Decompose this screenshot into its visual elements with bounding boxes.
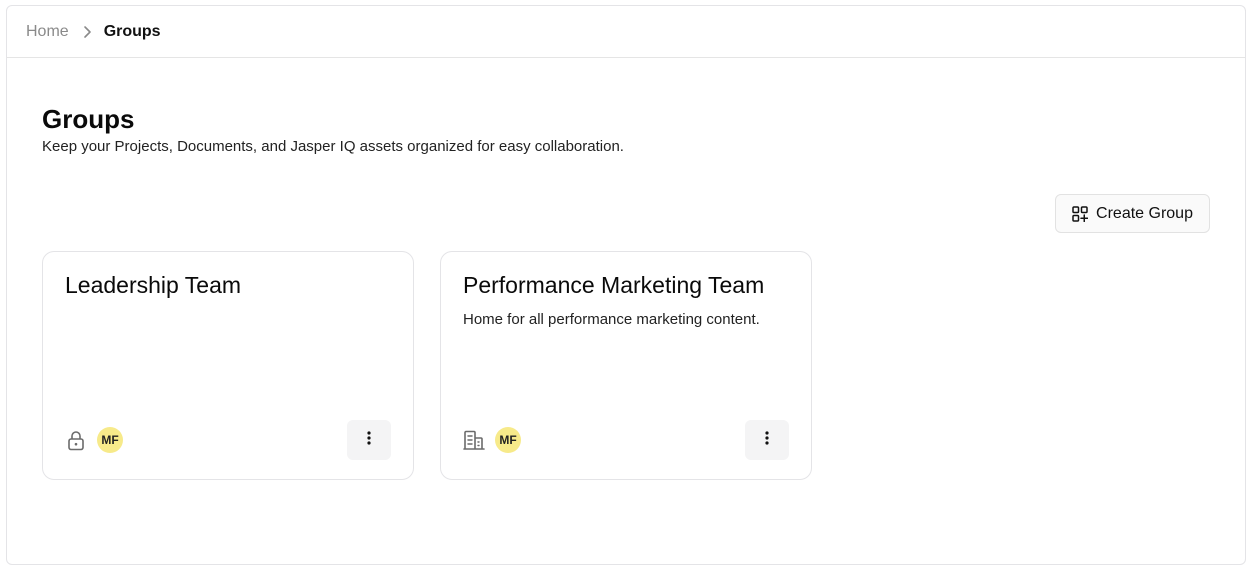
page-subtitle: Keep your Projects, Documents, and Jaspe… — [42, 138, 624, 155]
breadcrumb-current: Groups — [103, 22, 161, 40]
create-group-button[interactable]: Create Group — [1055, 194, 1210, 233]
breadcrumb: Home Groups — [7, 6, 1245, 58]
group-card-performance-marketing-team[interactable]: Performance Marketing Team Home for all … — [440, 251, 812, 480]
group-card-title: Leadership Team — [65, 272, 242, 298]
building-icon — [463, 429, 485, 451]
avatar: MF — [97, 427, 123, 453]
more-vertical-icon — [765, 430, 769, 450]
create-group-label: Create Group — [1096, 204, 1193, 222]
group-card-title: Performance Marketing Team — [463, 272, 765, 298]
app-frame: Home Groups Groups Keep your Projects, D… — [6, 5, 1246, 565]
avatar: MF — [495, 427, 521, 453]
breadcrumb-home-link[interactable]: Home — [26, 23, 69, 41]
more-options-button[interactable] — [347, 420, 391, 460]
chevron-right-icon — [83, 25, 92, 39]
lock-icon — [65, 429, 87, 451]
grid-plus-icon — [1072, 205, 1089, 222]
group-card-description: Home for all performance marketing conte… — [463, 311, 760, 328]
page-title: Groups — [42, 104, 135, 134]
group-card-leadership-team[interactable]: Leadership Team MF — [42, 251, 414, 480]
more-options-button[interactable] — [745, 420, 789, 460]
more-vertical-icon — [367, 430, 371, 450]
